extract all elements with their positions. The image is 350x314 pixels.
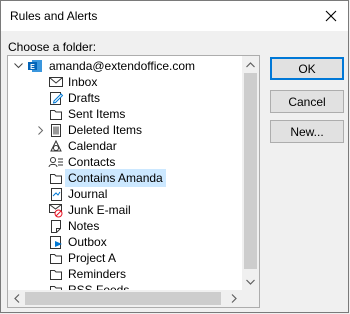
account-label: amanda@extendoffice.com bbox=[49, 59, 196, 73]
collapse-chevron-icon[interactable] bbox=[13, 58, 23, 74]
folder-label-contacts: Contacts bbox=[68, 155, 116, 169]
outbox-icon bbox=[48, 234, 64, 250]
folder-icon bbox=[48, 170, 64, 186]
folder-tree-rows: E amanda@extendoffice.com Inbox Drafts S… bbox=[8, 56, 242, 290]
folder-tree[interactable]: E amanda@extendoffice.com Inbox Drafts S… bbox=[7, 55, 260, 308]
vertical-scrollbar[interactable] bbox=[242, 56, 259, 290]
rss-feeds-icon bbox=[48, 282, 64, 290]
expand-chevron-icon[interactable] bbox=[36, 122, 46, 138]
drafts-icon bbox=[48, 90, 64, 106]
horizontal-scrollbar[interactable] bbox=[8, 290, 242, 307]
close-icon bbox=[325, 10, 337, 22]
sent-items-icon bbox=[48, 106, 64, 122]
folder-label-reminders: Reminders bbox=[68, 267, 127, 281]
folder-label-project-a: Project A bbox=[68, 251, 117, 265]
folder-label-rss-feeds: RSS Feeds bbox=[68, 283, 130, 290]
inbox-icon bbox=[48, 74, 64, 90]
close-button[interactable] bbox=[316, 1, 346, 31]
contacts-icon bbox=[48, 154, 64, 170]
scroll-left-button[interactable] bbox=[8, 290, 25, 307]
scroll-down-button[interactable] bbox=[242, 273, 259, 290]
journal-icon bbox=[48, 186, 64, 202]
chevron-right-icon bbox=[231, 294, 237, 303]
folder-label-drafts: Drafts bbox=[68, 91, 101, 105]
dialog-title: Rules and Alerts bbox=[10, 9, 98, 23]
choose-folder-label: Choose a folder: bbox=[8, 40, 97, 54]
title-bar: Rules and Alerts bbox=[1, 1, 348, 31]
exchange-account-icon: E bbox=[27, 58, 43, 74]
folder-label-notes: Notes bbox=[68, 219, 100, 233]
folder-label-deleted-items: Deleted Items bbox=[68, 123, 143, 137]
folder-label-journal: Journal bbox=[68, 187, 108, 201]
vertical-scroll-thumb[interactable] bbox=[244, 73, 257, 269]
deleted-items-icon bbox=[48, 122, 64, 138]
chevron-left-icon bbox=[13, 294, 19, 303]
cancel-button[interactable]: Cancel bbox=[270, 90, 344, 113]
horizontal-scroll-thumb[interactable] bbox=[25, 292, 221, 305]
scroll-up-button[interactable] bbox=[242, 56, 259, 73]
folder-label-calendar: Calendar bbox=[68, 139, 117, 153]
folder-label-contains-amanda: Contains Amanda bbox=[65, 169, 166, 187]
folder-icon bbox=[48, 250, 64, 266]
chevron-up-icon bbox=[246, 61, 255, 67]
folder-icon bbox=[48, 266, 64, 282]
chevron-down-icon bbox=[246, 279, 255, 285]
scrollbar-corner bbox=[242, 290, 259, 307]
calendar-icon bbox=[48, 138, 64, 154]
svg-text:E: E bbox=[30, 64, 35, 71]
new-folder-button[interactable]: New... bbox=[270, 120, 344, 143]
junk-email-icon bbox=[48, 202, 64, 218]
folder-label-sent-items: Sent Items bbox=[68, 107, 126, 121]
notes-icon bbox=[48, 218, 64, 234]
scroll-right-button[interactable] bbox=[225, 290, 242, 307]
folder-label-outbox: Outbox bbox=[68, 235, 107, 249]
rules-and-alerts-dialog: Rules and Alerts Choose a folder: E aman… bbox=[0, 0, 349, 313]
folder-label-inbox: Inbox bbox=[68, 75, 98, 89]
ok-button[interactable]: OK bbox=[270, 57, 344, 80]
folder-label-junk-email: Junk E-mail bbox=[68, 203, 131, 217]
